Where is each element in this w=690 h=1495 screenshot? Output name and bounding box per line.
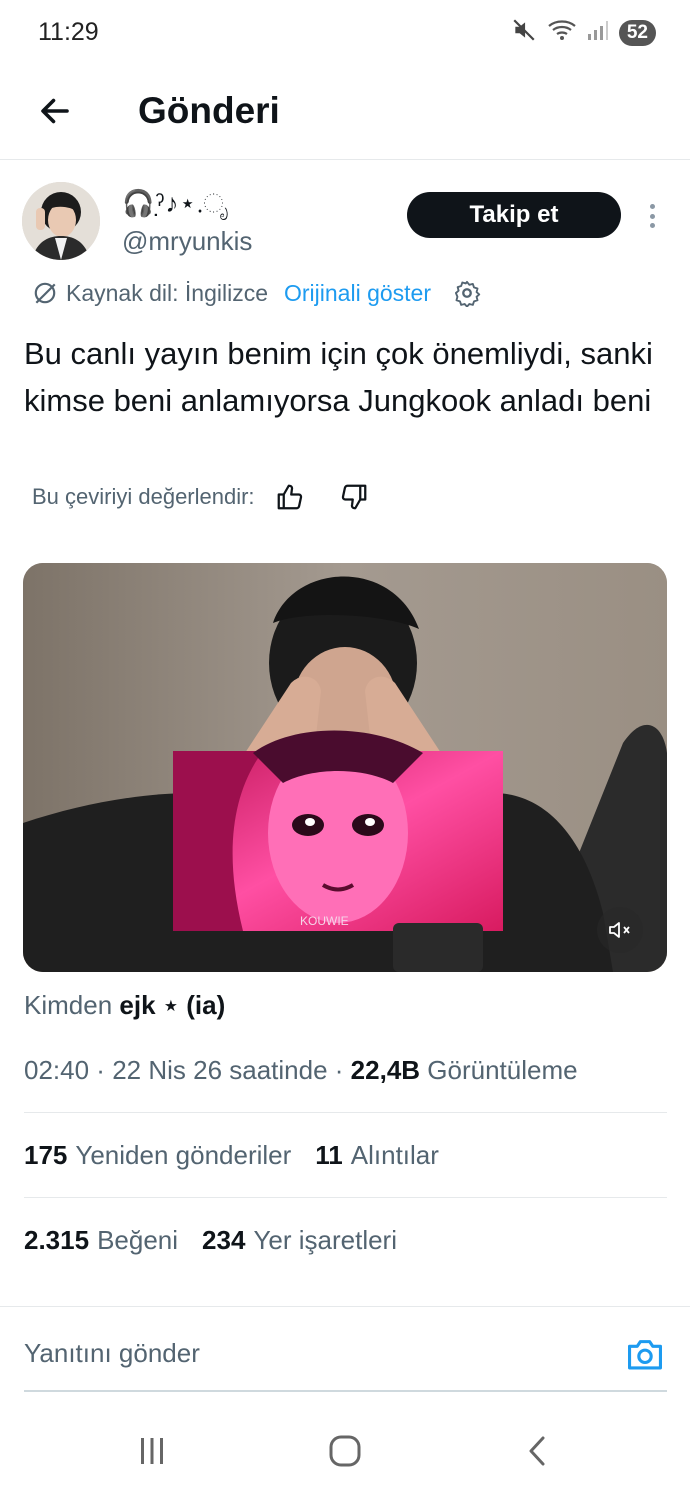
wifi-icon bbox=[547, 17, 577, 48]
bookmarks-stat[interactable]: 234 Yer işaretleri bbox=[202, 1225, 397, 1256]
post-time: 02:40 bbox=[24, 1055, 90, 1085]
divider bbox=[24, 1197, 667, 1198]
home-icon[interactable] bbox=[323, 1431, 367, 1471]
likes-count: 2.315 bbox=[24, 1225, 90, 1255]
likes-label: Beğeni bbox=[97, 1225, 179, 1255]
source-name-link[interactable]: ejk ⋆ (ia) bbox=[119, 990, 225, 1020]
translate-icon bbox=[34, 282, 56, 304]
thumbs-down-icon[interactable] bbox=[339, 482, 369, 512]
bookmarks-label: Yer işaretleri bbox=[253, 1225, 397, 1255]
divider bbox=[24, 1112, 667, 1113]
display-name[interactable]: 🎧ˀ̣͏♪⋆.ೃ bbox=[122, 188, 230, 220]
tweet-video[interactable]: KOUWIE bbox=[23, 563, 667, 972]
status-time: 11:29 bbox=[38, 18, 99, 46]
reposts-count: 175 bbox=[24, 1140, 68, 1170]
stats-row-reposts: 175 Yeniden gönderiler 11 Alıntılar bbox=[24, 1140, 463, 1171]
nav-back-icon[interactable] bbox=[516, 1431, 560, 1471]
back-button[interactable] bbox=[30, 86, 80, 136]
back-arrow-icon bbox=[41, 98, 69, 124]
views-label: Görüntüleme bbox=[427, 1055, 578, 1085]
source-line: Kimden ejk ⋆ (ia) bbox=[24, 990, 225, 1021]
source-prefix: Kimden bbox=[24, 990, 113, 1020]
system-nav-bar bbox=[0, 1405, 690, 1495]
source-language-label: Kaynak dil: İngilizce bbox=[66, 279, 268, 306]
volume-mute-icon[interactable] bbox=[597, 907, 643, 953]
video-caption-text: KOUWIE bbox=[300, 914, 349, 928]
divider bbox=[0, 1306, 690, 1307]
page-title: Gönderi bbox=[138, 90, 280, 131]
quotes-count: 11 bbox=[315, 1140, 343, 1170]
post-date: 22 Nis 26 saatinde bbox=[112, 1055, 328, 1085]
reply-input[interactable]: Yanıtını gönder bbox=[24, 1338, 200, 1369]
views-count[interactable]: 22,4B bbox=[351, 1055, 420, 1085]
translation-row: Kaynak dil: İngilizce Orijinali göster bbox=[32, 278, 481, 308]
handle[interactable]: @mryunkis bbox=[122, 226, 252, 257]
meta-line: 02:40 · 22 Nis 26 saatinde · 22,4B Görün… bbox=[24, 1055, 578, 1086]
app-header: Gönderi bbox=[0, 64, 690, 160]
follow-button[interactable]: Takip et bbox=[407, 192, 621, 238]
tweet-text: Bu canlı yayın benim için çok önemliydi,… bbox=[24, 336, 653, 418]
quotes-stat[interactable]: 11 Alıntılar bbox=[315, 1140, 439, 1171]
stats-row-likes: 2.315 Beğeni 234 Yer işaretleri bbox=[24, 1225, 421, 1256]
likes-stat[interactable]: 2.315 Beğeni bbox=[24, 1225, 178, 1256]
battery-indicator: 52 bbox=[618, 19, 656, 46]
status-icons: 52 bbox=[511, 17, 656, 48]
thumbs-up-icon[interactable] bbox=[275, 482, 305, 512]
meta-separator: · bbox=[89, 1055, 113, 1085]
rate-translation-row: Bu çeviriyi değerlendir: bbox=[32, 482, 369, 512]
recents-icon[interactable] bbox=[130, 1431, 174, 1471]
meta-separator: · bbox=[327, 1055, 351, 1085]
signal-icon bbox=[587, 19, 609, 46]
more-vertical-icon[interactable] bbox=[640, 198, 664, 234]
bookmarks-count: 234 bbox=[202, 1225, 246, 1255]
reposts-label: Yeniden gönderiler bbox=[75, 1140, 292, 1170]
rate-translation-label: Bu çeviriyi değerlendir: bbox=[32, 484, 255, 509]
status-bar: 11:29 52 bbox=[0, 0, 690, 64]
gear-icon[interactable] bbox=[453, 279, 481, 307]
reply-bar: Yanıtını gönder bbox=[24, 1330, 667, 1392]
camera-icon[interactable] bbox=[625, 1334, 665, 1374]
mute-icon bbox=[511, 17, 537, 48]
reposts-stat[interactable]: 175 Yeniden gönderiler bbox=[24, 1140, 291, 1171]
quotes-label: Alıntılar bbox=[350, 1140, 439, 1170]
avatar[interactable] bbox=[22, 182, 100, 260]
show-original-link[interactable]: Orijinali göster bbox=[284, 280, 431, 307]
